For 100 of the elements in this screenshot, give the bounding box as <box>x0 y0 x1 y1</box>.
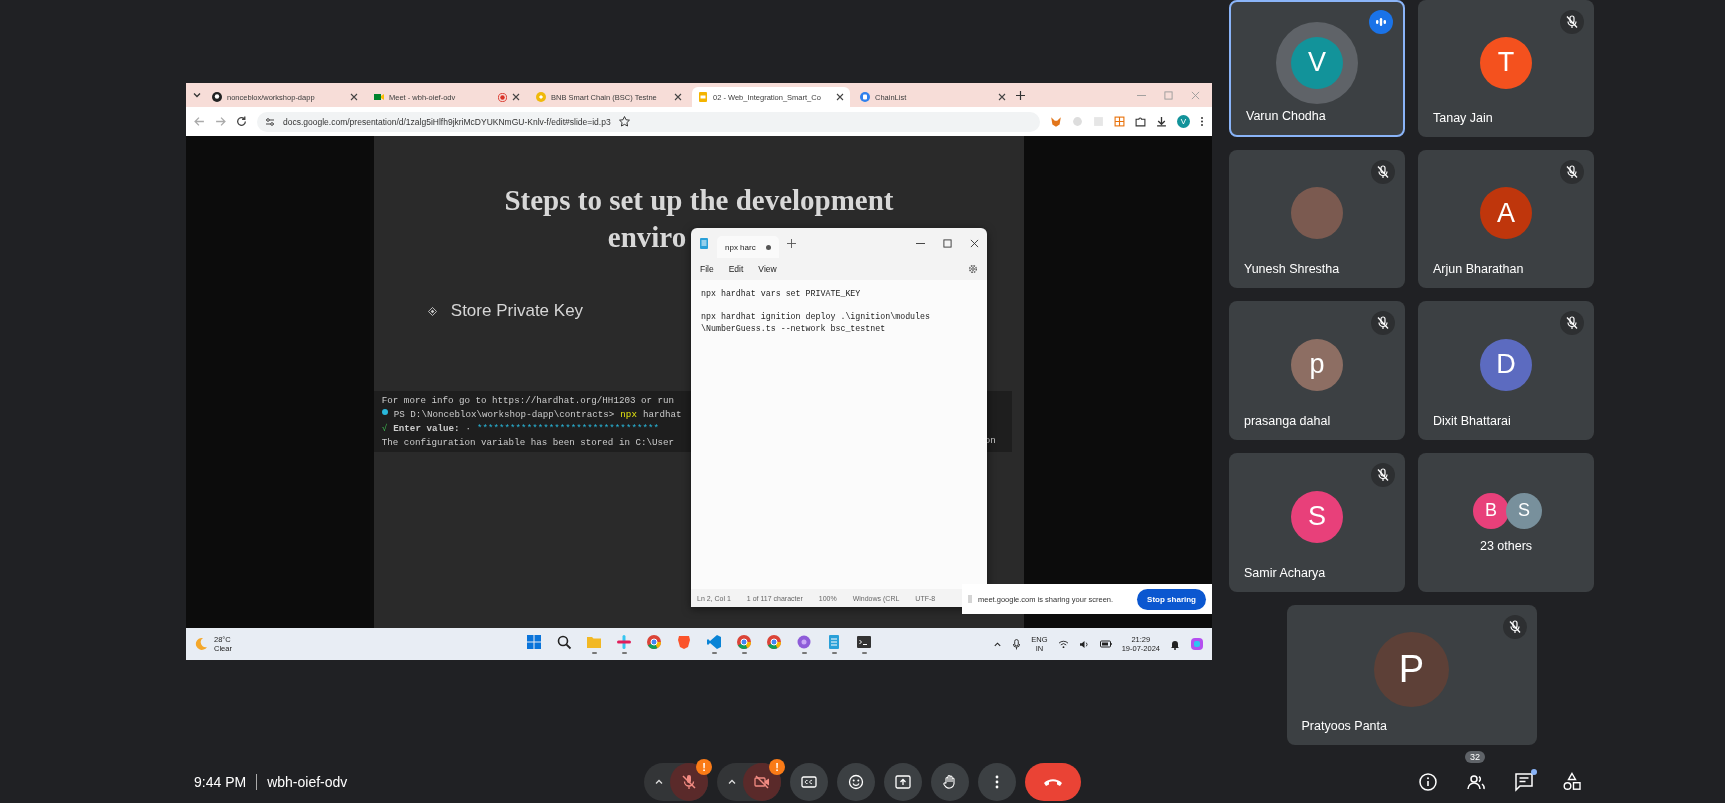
bullet-text: Store Private Key <box>450 301 584 321</box>
info-icon <box>1418 771 1438 792</box>
reload-icon[interactable] <box>236 116 247 127</box>
menu-item[interactable]: View <box>758 264 777 274</box>
close-icon[interactable] <box>674 93 682 101</box>
grid-icon[interactable] <box>1114 116 1125 127</box>
chrome-icon[interactable] <box>736 634 752 650</box>
terminal-line: The configuration variable has been stored in C:\User <box>381 437 675 448</box>
phone-hangup-icon <box>1043 776 1063 787</box>
hand-icon <box>942 773 958 790</box>
more-options-button[interactable] <box>978 762 1016 801</box>
participant-name: Dixit Bhattarai <box>1433 414 1511 428</box>
avatar: D <box>1480 338 1532 391</box>
chain-icon <box>860 92 870 102</box>
participant-tile[interactable]: p prasanga dahal <box>1229 301 1405 440</box>
moon-icon <box>194 637 208 651</box>
others-count: 23 others <box>1479 538 1533 553</box>
participant-name: Tanay Jain <box>1433 111 1493 125</box>
video-camera-icon <box>374 92 384 102</box>
download-icon[interactable] <box>1156 116 1167 127</box>
flower-icon[interactable] <box>796 634 812 650</box>
windows-logo-icon[interactable] <box>526 634 542 650</box>
speaker-icon[interactable] <box>1078 639 1090 649</box>
close-icon[interactable] <box>350 93 358 101</box>
editor-tab[interactable]: npx harc <box>717 236 779 258</box>
meeting-code: wbh-oief-odv <box>267 773 348 790</box>
close-icon[interactable] <box>512 93 520 101</box>
menu-icon[interactable] <box>1200 116 1204 127</box>
present-button[interactable] <box>884 762 922 801</box>
site-settings-icon[interactable] <box>265 116 275 127</box>
bell-icon[interactable] <box>1170 638 1180 650</box>
puzzle-icon[interactable] <box>1135 116 1146 127</box>
shapes-icon <box>1562 771 1582 792</box>
participant-name: Pratyoos Panta <box>1301 719 1387 733</box>
avatar: B <box>1473 492 1509 529</box>
chevron-up-icon[interactable] <box>993 639 1003 649</box>
prompt-dot-icon <box>381 409 388 415</box>
notepad-icon <box>699 237 709 249</box>
plus-icon[interactable] <box>1016 90 1025 100</box>
code-editor-icon[interactable] <box>706 634 722 650</box>
participant-tile[interactable]: P Pratyoos Panta <box>1286 605 1537 745</box>
chrome-icon[interactable] <box>646 634 662 650</box>
avatar: A <box>1480 187 1532 239</box>
stop-sharing-button[interactable]: Stop sharing <box>1137 588 1206 610</box>
diamond-bullet-icon <box>427 306 437 316</box>
copilot-icon[interactable] <box>1190 637 1204 651</box>
terminal-label: Enter value: <box>393 423 460 434</box>
plus-icon[interactable] <box>786 238 796 248</box>
participant-tile[interactable]: V Varun Chodha <box>1229 0 1405 137</box>
photo-placeholder <box>1291 187 1343 239</box>
microphone-icon[interactable] <box>1012 638 1022 650</box>
participant-tile[interactable]: B S 23 others <box>1418 453 1594 592</box>
raise-hand-button[interactable] <box>931 762 969 801</box>
github-icon <box>212 92 222 102</box>
present-screen-icon <box>895 773 911 790</box>
address-field[interactable]: docs.google.com/presentation/d/1zalg5iHlfh9jkriMcDYUKNmGU-Knlv-f/edit#slide=id.p3 <box>257 111 1040 132</box>
masked-value: ********************************* <box>477 423 659 434</box>
participant-tile[interactable]: Yunesh Shrestha <box>1229 150 1405 288</box>
avatar: S <box>1291 490 1343 543</box>
slack-icon[interactable] <box>616 634 632 650</box>
lion-shield-icon[interactable] <box>676 634 692 650</box>
menu-item[interactable]: Edit <box>728 264 744 274</box>
terminal-dot: · <box>465 423 471 434</box>
captions-button[interactable] <box>790 762 828 801</box>
participant-tile[interactable]: A Arjun Bharathan <box>1418 150 1594 288</box>
avatar: P <box>1374 631 1449 707</box>
avatar: S <box>1506 492 1542 529</box>
meeting-time: 9:44 PM <box>194 773 247 790</box>
search-icon[interactable] <box>556 634 572 650</box>
chevron-down-icon[interactable] <box>192 90 202 100</box>
profile-avatar[interactable]: V <box>1177 115 1190 128</box>
close-icon[interactable] <box>836 93 844 101</box>
reactions-button[interactable] <box>837 762 875 801</box>
speaking-icon <box>1369 10 1393 34</box>
participant-tile[interactable]: T Tanay Jain <box>1418 0 1594 137</box>
participant-tile[interactable]: D Dixit Bhattarai <box>1418 301 1594 440</box>
text-editor[interactable]: npx hardhat vars set PRIVATE_KEY npx hardhat ignition deploy .\ignition\modules \NumberGuess.ts --network bsc_testnet <box>691 280 987 589</box>
warning-badge: ! <box>769 758 785 775</box>
end-call-button[interactable] <box>1025 762 1081 801</box>
terminal-icon[interactable] <box>856 634 872 650</box>
menu-item[interactable]: File <box>700 264 714 274</box>
slides-icon <box>698 92 708 102</box>
participant-tile[interactable]: S Samir Acharya <box>1229 453 1405 592</box>
fox-icon[interactable] <box>1050 115 1062 128</box>
star-icon[interactable] <box>618 116 630 127</box>
battery-icon[interactable] <box>1099 640 1112 648</box>
check-mark: √ <box>381 423 388 434</box>
close-icon[interactable] <box>970 238 979 248</box>
maximize-icon[interactable] <box>943 238 952 248</box>
close-icon[interactable] <box>998 93 1006 101</box>
participant-name: prasanga dahal <box>1244 414 1331 428</box>
avatar: T <box>1480 36 1532 89</box>
chrome-icon[interactable] <box>766 634 782 650</box>
slide-title: enviro <box>607 221 687 254</box>
participant-count: 32 <box>1465 750 1485 763</box>
warning-badge: ! <box>696 758 712 775</box>
drag-handle-icon[interactable] <box>968 595 972 603</box>
wifi-icon[interactable] <box>1057 639 1069 649</box>
coin-icon <box>536 92 546 102</box>
settings-icon[interactable] <box>968 264 978 274</box>
